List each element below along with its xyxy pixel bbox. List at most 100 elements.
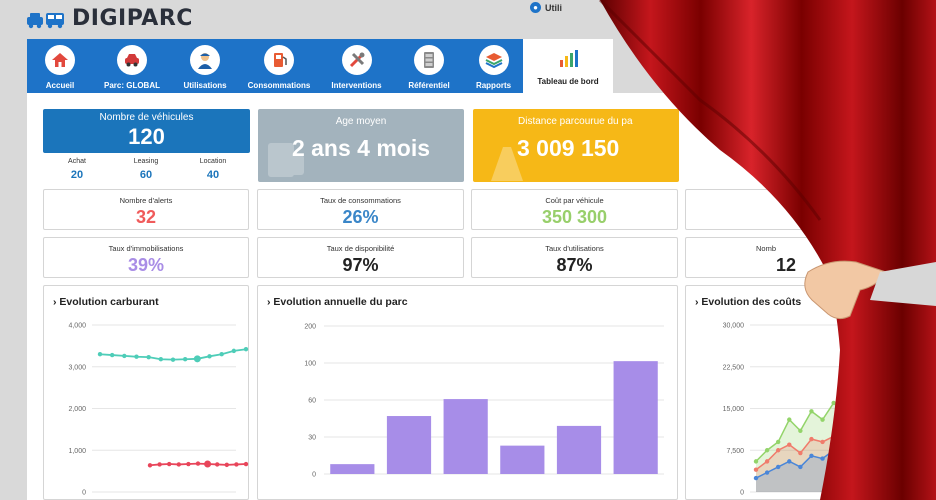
- data-point[interactable]: [798, 450, 803, 456]
- y-tick-label: 4,000: [68, 323, 86, 330]
- breakdown-achat: Achat 20: [57, 158, 97, 181]
- data-point[interactable]: [204, 460, 212, 468]
- panel-costs: › Evolution des coûts 30,000 22,500 15,000…: [685, 285, 885, 500]
- y-tick-label: 60: [308, 398, 316, 405]
- data-point[interactable]: [820, 417, 825, 422]
- data-point[interactable]: [875, 439, 881, 445]
- data-point[interactable]: [831, 434, 836, 439]
- kpi-vehicles[interactable]: Nombre de véhicules 120: [43, 109, 250, 153]
- data-point[interactable]: [97, 352, 103, 357]
- nav-item-parc[interactable]: Parc: GLOBAL: [93, 39, 171, 93]
- data-point[interactable]: [809, 453, 814, 459]
- nav-item-utilisations[interactable]: Utilisations: [171, 39, 239, 93]
- data-point[interactable]: [875, 417, 881, 422]
- nav-item-interventions[interactable]: Interventions: [319, 39, 394, 93]
- data-point[interactable]: [234, 462, 239, 467]
- y-tick-label: 30,000: [723, 323, 745, 330]
- data-point[interactable]: [122, 353, 127, 359]
- data-point[interactable]: [207, 354, 212, 359]
- data-point[interactable]: [753, 467, 759, 472]
- bar[interactable]: [443, 399, 488, 474]
- data-point[interactable]: [809, 436, 814, 442]
- data-point[interactable]: [775, 464, 781, 470]
- data-point[interactable]: [853, 428, 859, 433]
- data-point[interactable]: [787, 459, 792, 464]
- bar[interactable]: [500, 445, 545, 474]
- breakdown-value: 40: [206, 169, 220, 181]
- bar[interactable]: [386, 416, 432, 474]
- stat-hidden[interactable]: [685, 189, 885, 230]
- stat-alerts[interactable]: Nombre d'alerts 32: [43, 189, 249, 230]
- data-point[interactable]: [864, 448, 870, 453]
- data-point[interactable]: [787, 442, 792, 447]
- data-point[interactable]: [798, 428, 803, 433]
- data-point[interactable]: [764, 470, 770, 475]
- data-point[interactable]: [157, 462, 162, 467]
- nav-item-referentiel[interactable]: Référentiel: [394, 39, 464, 93]
- data-point[interactable]: [147, 463, 153, 468]
- stat-count[interactable]: Nomb 12: [685, 237, 885, 278]
- stat-value: 97%: [342, 255, 379, 275]
- data-point[interactable]: [842, 436, 847, 442]
- nav-item-consommations[interactable]: Consommations: [239, 39, 319, 93]
- data-point[interactable]: [864, 431, 870, 436]
- bar[interactable]: [613, 361, 658, 474]
- data-point[interactable]: [842, 411, 847, 417]
- panel-title: › Evolution carburant: [53, 296, 159, 308]
- bar[interactable]: [330, 464, 375, 474]
- data-point[interactable]: [842, 453, 847, 459]
- data-point[interactable]: [798, 464, 803, 470]
- fuel-pump-icon: [264, 45, 294, 75]
- data-point[interactable]: [775, 448, 781, 453]
- data-point[interactable]: [864, 397, 870, 403]
- kpi-title: Nombre de véhicules: [99, 112, 194, 123]
- data-point[interactable]: [193, 355, 201, 363]
- data-point[interactable]: [753, 475, 759, 481]
- stat-immobilisation[interactable]: Taux d'immobilisations 39%: [43, 237, 249, 278]
- data-point[interactable]: [231, 348, 237, 354]
- data-point[interactable]: [146, 354, 151, 360]
- kpi-age[interactable]: Age moyen 2 ans 4 mois: [258, 109, 464, 182]
- stat-utilisation[interactable]: Taux d'utilisations 87%: [471, 237, 678, 278]
- logo[interactable]: DIGIPARC: [26, 6, 193, 31]
- data-point[interactable]: [853, 445, 859, 450]
- data-point[interactable]: [787, 417, 792, 422]
- data-point[interactable]: [764, 448, 770, 453]
- data-point[interactable]: [182, 357, 188, 362]
- data-point[interactable]: [753, 459, 759, 464]
- data-point[interactable]: [186, 461, 191, 467]
- data-point[interactable]: [831, 448, 836, 453]
- panel-title: › Evolution annuelle du parc: [267, 296, 408, 308]
- data-point[interactable]: [820, 439, 825, 445]
- stat-cost-per-vehicle[interactable]: Coût par véhicule 350 300: [471, 189, 678, 230]
- data-point[interactable]: [167, 461, 172, 467]
- stat-availability[interactable]: Taux de disponibilité 97%: [257, 237, 464, 278]
- nav-item-accueil[interactable]: Accueil: [27, 39, 93, 93]
- y-tick-label: 1,000: [68, 448, 86, 455]
- tab-tableau-de-bord[interactable]: Tableau de bord: [523, 39, 613, 93]
- bar[interactable]: [556, 425, 602, 474]
- nav-item-rapports[interactable]: Rapports: [464, 39, 523, 93]
- data-point[interactable]: [134, 354, 139, 359]
- data-point[interactable]: [243, 461, 249, 467]
- data-point[interactable]: [195, 461, 201, 466]
- data-point[interactable]: [176, 462, 181, 467]
- data-point[interactable]: [875, 389, 881, 394]
- data-point[interactable]: [170, 357, 176, 362]
- data-point[interactable]: [158, 357, 164, 362]
- data-point[interactable]: [853, 395, 859, 400]
- data-point[interactable]: [764, 459, 770, 464]
- data-point[interactable]: [775, 439, 781, 445]
- data-point[interactable]: [809, 409, 814, 414]
- top-bar: DIGIPARC ● Utili: [0, 0, 936, 38]
- stat-consumption-rate[interactable]: Taux de consommations 26%: [257, 189, 464, 230]
- kpi-distance[interactable]: Distance parcourue du pa 3 009 150: [473, 109, 679, 182]
- data-point[interactable]: [215, 462, 220, 467]
- data-point[interactable]: [219, 352, 224, 357]
- data-point[interactable]: [243, 347, 249, 352]
- data-point[interactable]: [109, 352, 115, 358]
- data-point[interactable]: [224, 462, 229, 468]
- data-point[interactable]: [820, 456, 825, 461]
- user-menu[interactable]: ● Utili: [530, 2, 562, 13]
- data-point[interactable]: [831, 400, 836, 406]
